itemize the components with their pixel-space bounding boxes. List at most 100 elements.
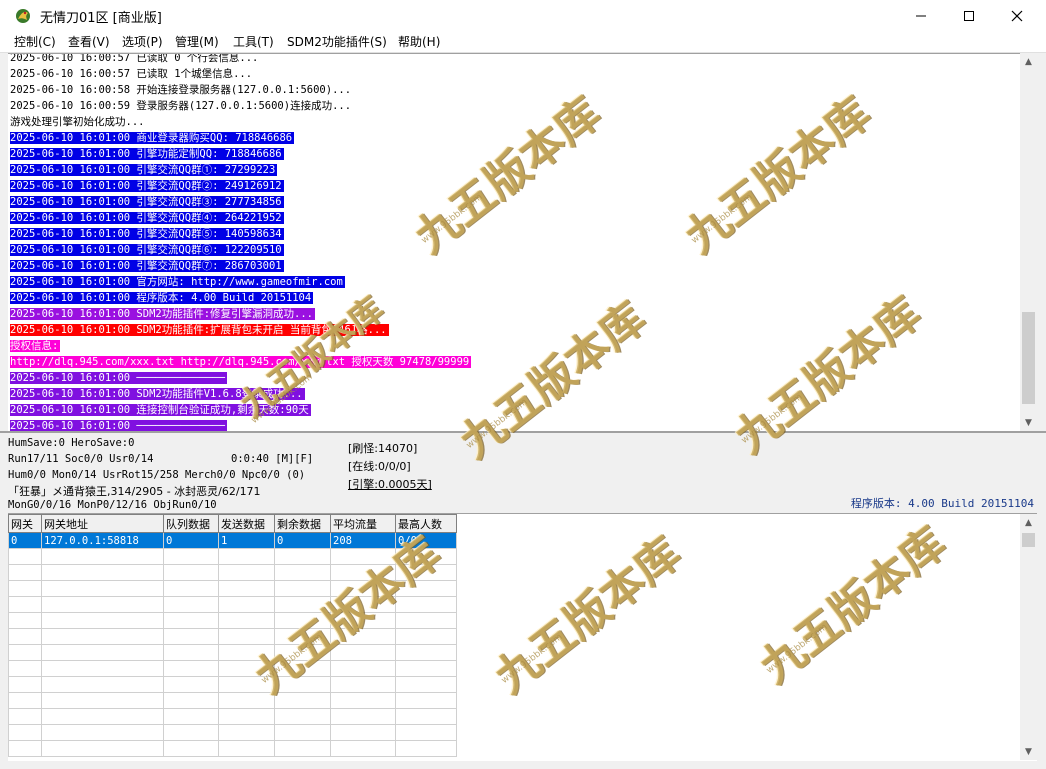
scroll-down-icon[interactable]: ▼ xyxy=(1020,414,1037,431)
table-cell xyxy=(395,596,457,613)
status-save: HumSave:0 HeroSave:0 xyxy=(8,437,135,449)
table-cell xyxy=(218,612,275,629)
log-line: 2025-06-10 16:01:00 连接控制台验证成功,剩余天数:90天 xyxy=(10,402,471,418)
table-row-empty[interactable] xyxy=(8,740,457,757)
table-row-empty[interactable] xyxy=(8,660,457,677)
table-row-empty[interactable] xyxy=(8,548,457,565)
status-mon: MonG0/0/16 MonP0/12/16 ObjRun0/10 xyxy=(8,499,217,511)
table-cell xyxy=(274,628,331,645)
table-cell xyxy=(330,612,396,629)
table-cell xyxy=(163,612,219,629)
table-row-empty[interactable] xyxy=(8,676,457,693)
menu-manage[interactable]: 管理(M) xyxy=(175,33,219,50)
scroll-up-icon[interactable]: ▲ xyxy=(1020,53,1037,70)
table-cell xyxy=(330,564,396,581)
table-scroll-thumb[interactable] xyxy=(1022,533,1035,547)
status-engine-link[interactable]: [引擎:0.0005天] xyxy=(348,476,432,492)
log-line: 2025-06-10 16:01:00 ────────────── xyxy=(10,418,471,431)
table-scroll-up-icon[interactable]: ▲ xyxy=(1020,514,1037,531)
table-cell xyxy=(41,676,164,693)
log-line: 授权信息: xyxy=(10,338,471,354)
table-cell xyxy=(8,660,42,677)
table-cell: 0 xyxy=(163,532,219,549)
close-button[interactable] xyxy=(994,0,1040,32)
log-line: http://dlq.945.com/xxx.txt http://dlq.94… xyxy=(10,354,472,370)
log-line: 2025-06-10 16:01:00 引擎交流QQ群①: 27299223 xyxy=(10,162,471,178)
col-gateway[interactable]: 网关 xyxy=(8,514,42,533)
table-cell xyxy=(163,564,219,581)
table-row[interactable]: 0 127.0.0.1:58818 0 1 0 208 0/0 xyxy=(8,532,457,549)
status-hum: Hum0/0 Mon0/14 UsrRot15/258 Merch0/0 Npc… xyxy=(8,469,306,481)
table-cell xyxy=(163,692,219,709)
table-row-empty[interactable] xyxy=(8,580,457,597)
table-row-empty[interactable] xyxy=(8,596,457,613)
col-send-data[interactable]: 发送数据 xyxy=(218,514,275,533)
table-cell xyxy=(330,644,396,661)
log-panel[interactable]: 2025-06-10 16:00:57 已读取 0 个行会信息... 2025-0… xyxy=(8,53,1020,431)
table-cell xyxy=(8,596,42,613)
table-cell xyxy=(330,660,396,677)
log-line-text: 2025-06-10 16:01:00 引擎交流QQ群①: 27299223 xyxy=(10,164,278,176)
gateway-table[interactable]: 网关 网关地址 队列数据 发送数据 剩余数据 平均流量 最高人数 0 127.0.… xyxy=(8,514,457,757)
col-queue-data[interactable]: 队列数据 xyxy=(163,514,219,533)
table-cell xyxy=(8,644,42,661)
menu-help[interactable]: 帮助(H) xyxy=(398,33,440,50)
table-row-empty[interactable] xyxy=(8,708,457,725)
menu-view[interactable]: 查看(V) xyxy=(68,33,110,50)
menu-tools[interactable]: 工具(T) xyxy=(233,33,274,50)
table-cell xyxy=(8,548,42,565)
table-row-empty[interactable] xyxy=(8,564,457,581)
table-cell xyxy=(163,596,219,613)
table-cell: 0 xyxy=(8,532,42,549)
table-cell xyxy=(8,580,42,597)
table-cell xyxy=(163,660,219,677)
table-cell xyxy=(8,724,42,741)
table-row-empty[interactable] xyxy=(8,724,457,741)
table-cell xyxy=(274,692,331,709)
col-max-users[interactable]: 最高人数 xyxy=(395,514,457,533)
table-cell xyxy=(395,580,457,597)
table-scrollbar[interactable]: ▲ ▼ xyxy=(1020,514,1037,760)
table-row-empty[interactable] xyxy=(8,644,457,661)
table-cell: 127.0.0.1:58818 xyxy=(41,532,164,549)
col-gateway-address[interactable]: 网关地址 xyxy=(41,514,164,533)
table-cell xyxy=(274,708,331,725)
table-cell xyxy=(330,596,396,613)
table-row-empty[interactable] xyxy=(8,692,457,709)
table-cell xyxy=(8,564,42,581)
log-scroll-thumb[interactable] xyxy=(1022,312,1035,404)
table-cell xyxy=(218,660,275,677)
col-remaining-data[interactable]: 剩余数据 xyxy=(274,514,331,533)
menu-options[interactable]: 选项(P) xyxy=(122,33,163,50)
log-line-text: 2025-06-10 16:00:57 已读取 0 个行会信息... xyxy=(10,53,259,64)
dragon-app-icon xyxy=(16,9,30,23)
table-cell xyxy=(218,724,275,741)
log-line: 2025-06-10 16:01:00 SDM2功能插件V1.6.8登录成功..… xyxy=(10,386,471,402)
table-cell xyxy=(41,724,164,741)
maximize-button[interactable] xyxy=(946,0,992,32)
table-cell xyxy=(395,692,457,709)
status-boss: 「狂暴」メ通背猿王,314/2905 - 冰封恶灵/62/171 xyxy=(8,485,261,498)
table-cell xyxy=(218,708,275,725)
menu-sdm2-plugin[interactable]: SDM2功能插件(S) xyxy=(287,33,387,50)
minimize-button[interactable] xyxy=(898,0,944,32)
log-scrollbar[interactable]: ▲ ▼ xyxy=(1020,53,1037,431)
status-timer: 0:0:40 [M][F] xyxy=(231,453,314,465)
table-cell xyxy=(274,612,331,629)
table-row-empty[interactable] xyxy=(8,612,457,629)
table-cell: 0 xyxy=(274,532,331,549)
table-row-empty[interactable] xyxy=(8,628,457,645)
log-line-text: 2025-06-10 16:01:00 SDM2功能插件:扩展背包未开启 当前背… xyxy=(10,324,389,336)
log-line: 2025-06-10 16:00:59 登录服务器(127.0.0.1:5600… xyxy=(10,98,471,114)
table-cell xyxy=(330,628,396,645)
table-cell xyxy=(163,548,219,565)
table-cell: 0/0 xyxy=(395,532,457,549)
menu-control[interactable]: 控制(C) xyxy=(14,33,56,50)
log-line: 2025-06-10 16:00:57 已读取 1个城堡信息... xyxy=(10,66,471,82)
table-scroll-down-icon[interactable]: ▼ xyxy=(1020,743,1037,760)
col-avg-traffic[interactable]: 平均流量 xyxy=(330,514,396,533)
log-line-text: 2025-06-10 16:01:00 引擎功能定制QQ: 718846686 xyxy=(10,148,284,160)
log-line: 2025-06-10 16:00:58 开始连接登录服务器(127.0.0.1:… xyxy=(10,82,471,98)
log-line: 2025-06-10 16:00:57 已读取 0 个行会信息... xyxy=(10,53,471,66)
table-cell xyxy=(395,548,457,565)
